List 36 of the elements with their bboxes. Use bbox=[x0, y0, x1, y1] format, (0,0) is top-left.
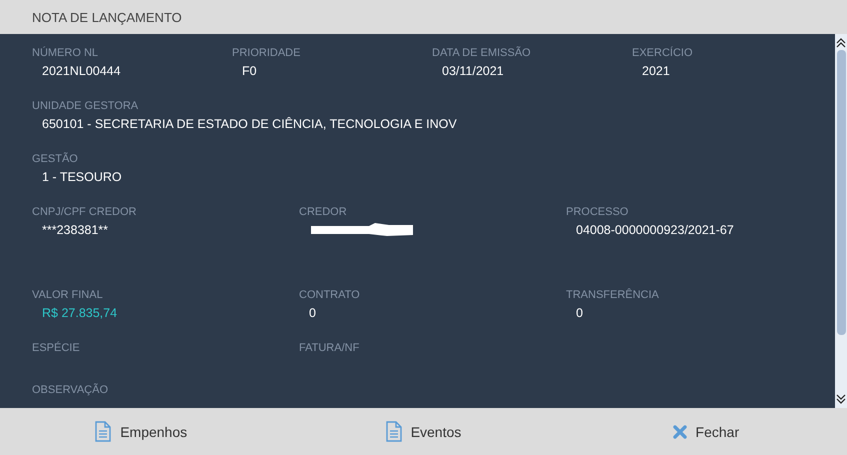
field-value: 650101 - SECRETARIA DE ESTADO DE CIÊNCIA, TECNOLOGIA E INOV bbox=[41, 117, 457, 131]
field-label: ESPÉCIE bbox=[32, 342, 80, 354]
field-label: CREDOR bbox=[299, 206, 347, 218]
field-value: ***238381** bbox=[41, 223, 108, 237]
field-value: 0 bbox=[308, 306, 316, 320]
field-label: EXERCÍCIO bbox=[632, 47, 693, 59]
scroll-up-icon[interactable] bbox=[836, 38, 846, 48]
field-label: FATURA/NF bbox=[299, 342, 360, 354]
scroll-down-icon[interactable] bbox=[836, 394, 846, 404]
field-value: 04008-0000000923/2021-67 bbox=[575, 223, 734, 237]
scrollbar[interactable] bbox=[835, 34, 847, 408]
field-label: NÚMERO NL bbox=[32, 47, 98, 59]
document-icon bbox=[95, 421, 112, 442]
field-label: PROCESSO bbox=[566, 206, 628, 218]
field-value: F0 bbox=[241, 64, 257, 78]
field-label: UNIDADE GESTORA bbox=[32, 100, 138, 112]
field-label: OBSERVAÇÃO bbox=[32, 384, 108, 396]
field-value: 03/11/2021 bbox=[441, 64, 504, 78]
document-icon bbox=[386, 421, 402, 442]
field-value: 1 - TESOURO bbox=[41, 170, 122, 184]
field-label: TRANSFERÊNCIA bbox=[566, 289, 659, 301]
document-button[interactable]: Empenhos bbox=[91, 419, 192, 444]
field-label: DATA DE EMISSÃO bbox=[432, 47, 531, 59]
field-label: VALOR FINAL bbox=[32, 289, 103, 301]
document-button[interactable]: Eventos bbox=[382, 419, 466, 444]
field-value: 0 bbox=[575, 306, 583, 320]
window-title: NOTA DE LANÇAMENTO bbox=[32, 10, 182, 24]
field-value: R$ 27.835,74 bbox=[41, 306, 118, 320]
field-value: 2021 bbox=[641, 64, 670, 78]
field-label: GESTÃO bbox=[32, 153, 78, 165]
field-label: CNPJ/CPF CREDOR bbox=[32, 206, 137, 218]
field-label: CONTRATO bbox=[299, 289, 360, 301]
field-value: 2021NL00444 bbox=[41, 64, 121, 78]
close-icon bbox=[672, 424, 687, 438]
field-label: PRIORIDADE bbox=[232, 47, 300, 59]
close-button[interactable]: Fechar bbox=[668, 422, 744, 442]
